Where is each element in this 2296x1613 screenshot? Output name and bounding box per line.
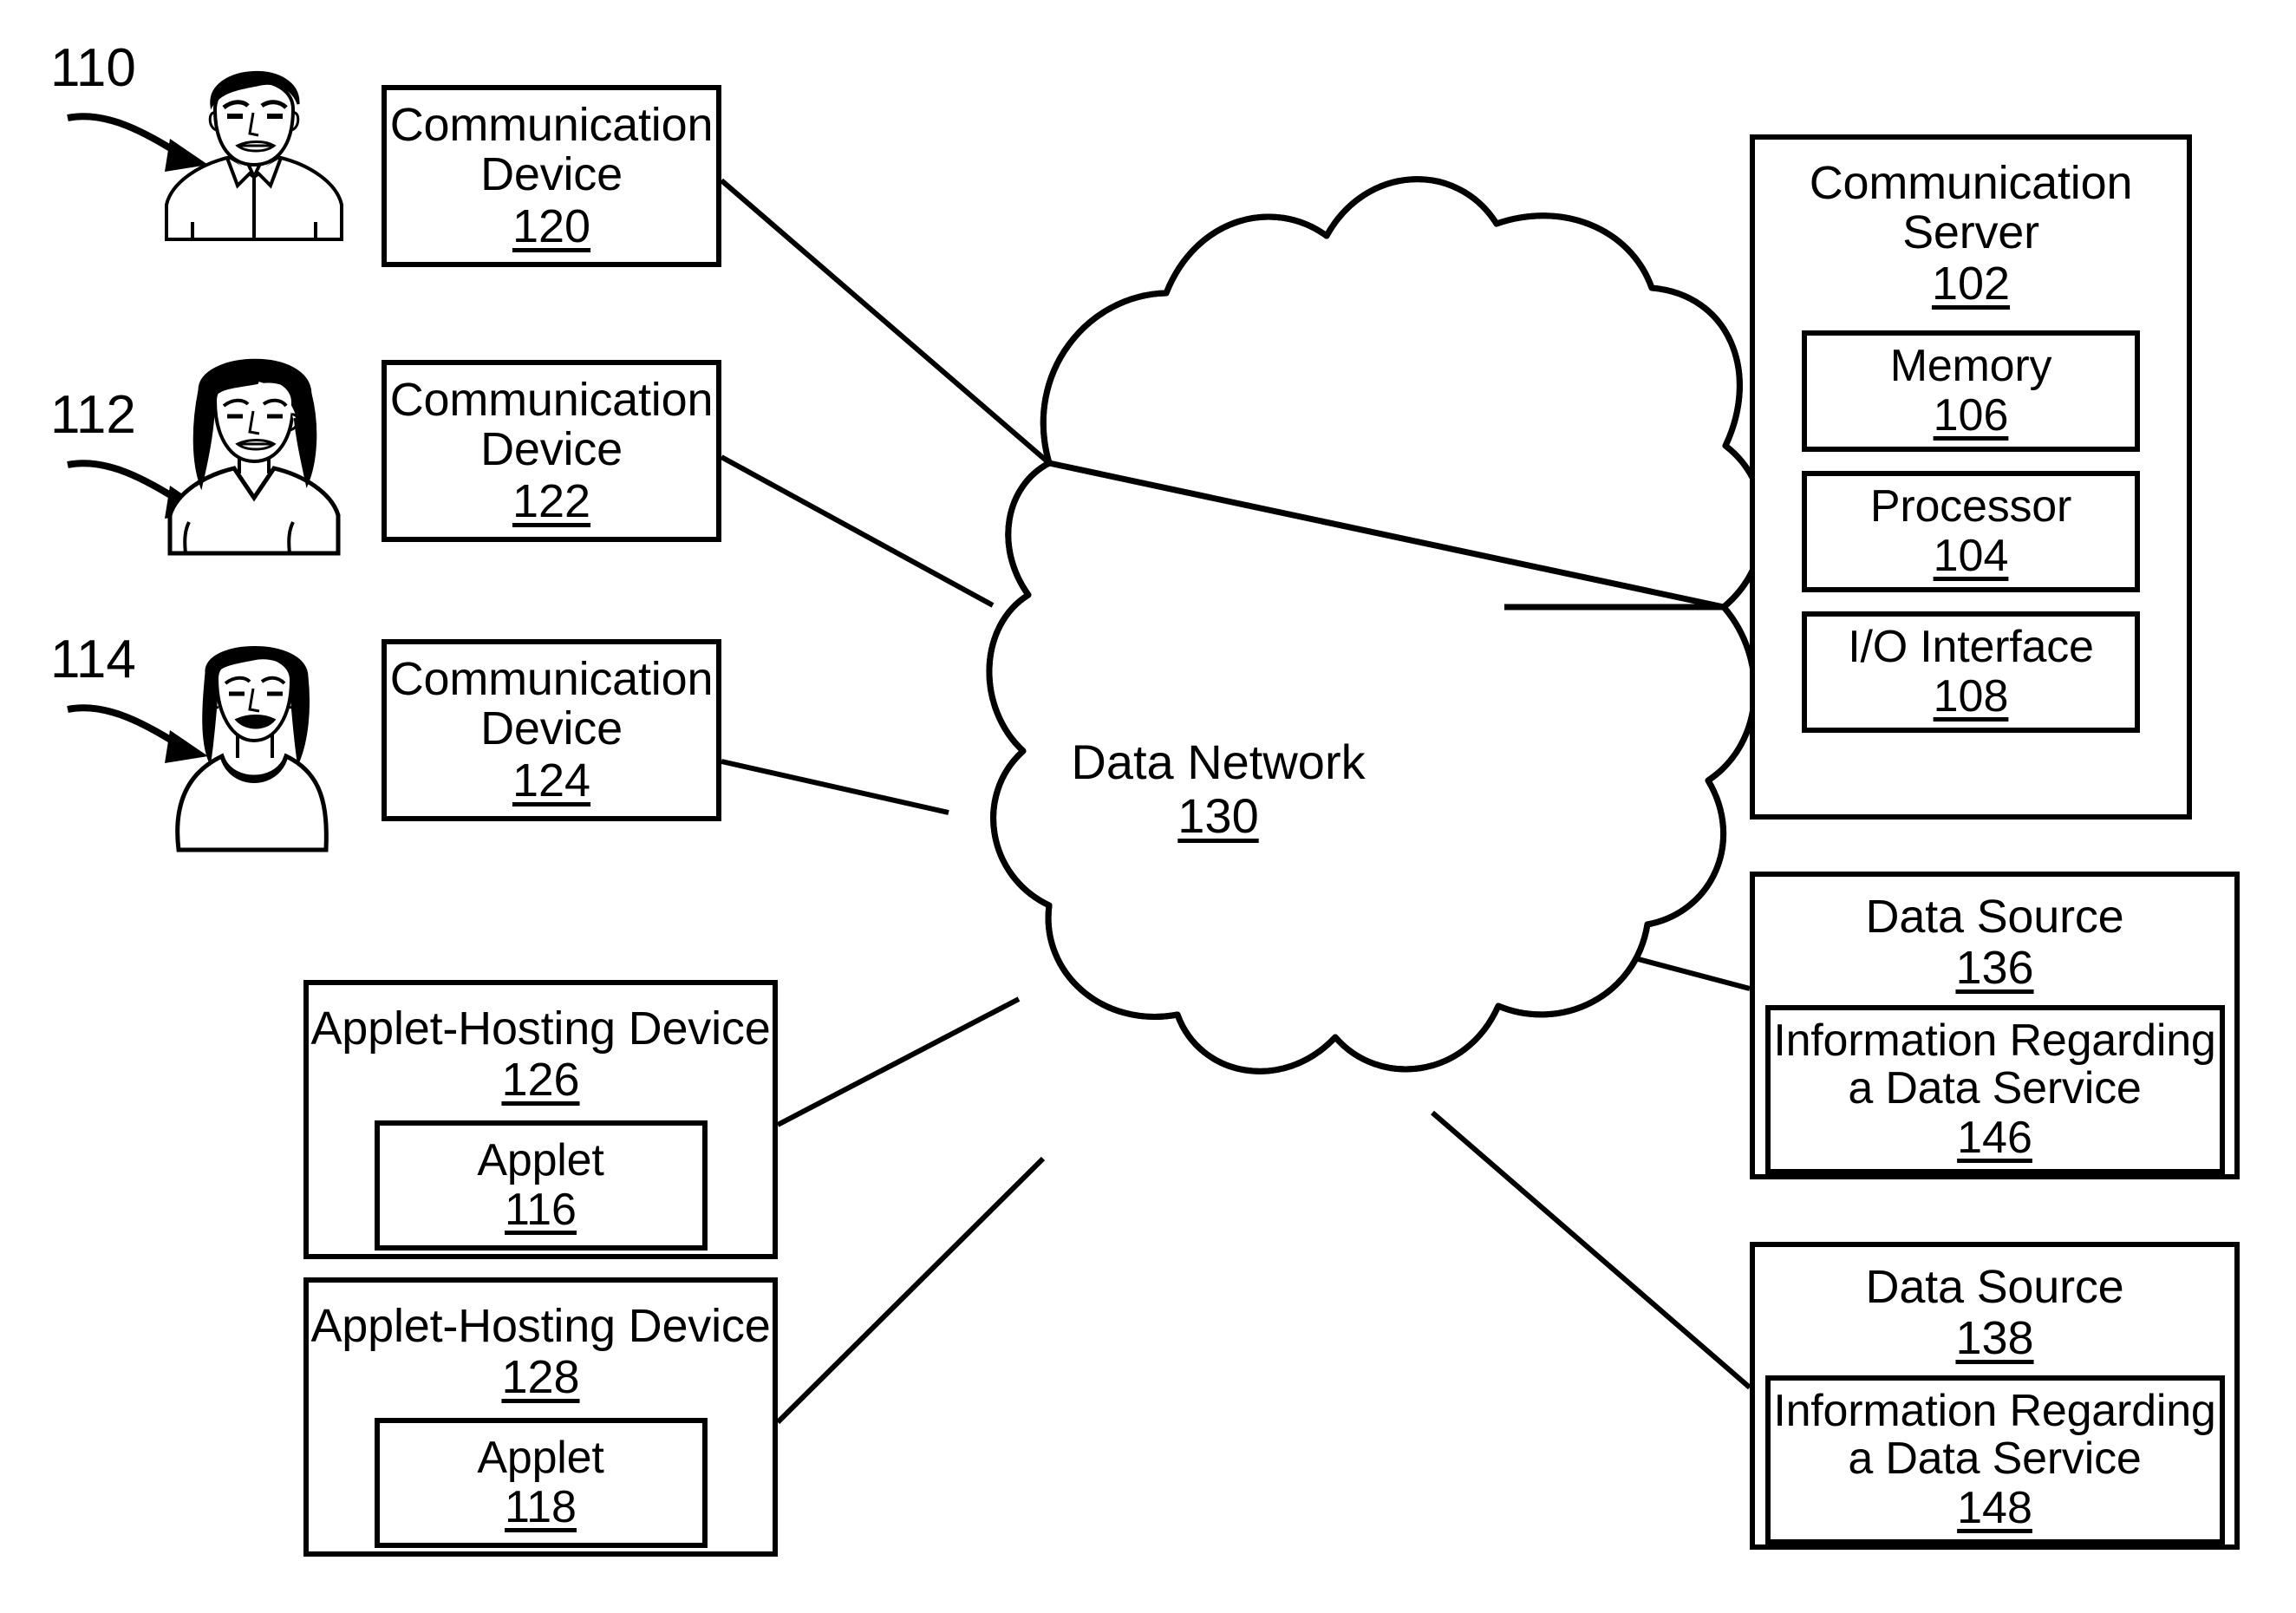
server-component-memory[interactable]: Memory 106: [1802, 330, 2140, 452]
info-ref: 146: [1957, 1113, 2032, 1164]
communication-server-102[interactable]: Communication Server 102 Memory 106 Proc…: [1750, 134, 2192, 820]
info-label: Information Regarding a Data Service: [1773, 1015, 2216, 1114]
communication-device-120[interactable]: Communication Device 120: [382, 85, 721, 267]
applet-hosting-device-126[interactable]: Applet-Hosting Device 126 Applet 116: [303, 980, 778, 1259]
applet-label: Applet: [477, 1135, 604, 1186]
data-source-138[interactable]: Data Source 138 Information Regarding a …: [1750, 1242, 2240, 1550]
applet-label: Applet: [477, 1433, 604, 1484]
info-label: Information Regarding a Data Service: [1773, 1386, 2216, 1485]
reference-numeral-114: 114: [50, 630, 136, 689]
applet-host-ref: 128: [501, 1351, 580, 1404]
female-long-hair-avatar-icon: [167, 358, 341, 556]
network-label: Data Network: [1071, 734, 1366, 789]
component-ref: 104: [1933, 530, 2009, 581]
data-service-info-148[interactable]: Information Regarding a Data Service 148: [1764, 1375, 2225, 1544]
data-service-info-146[interactable]: Information Regarding a Data Service 146: [1764, 1005, 2225, 1174]
network-ref: 130: [1177, 788, 1259, 843]
component-ref: 108: [1933, 670, 2009, 722]
reference-numeral-110: 110: [50, 38, 136, 98]
component-label: Processor: [1869, 480, 2072, 532]
data-source-ref: 136: [1955, 942, 2034, 995]
server-ref: 102: [1931, 258, 2011, 310]
applet-host-ref: 126: [501, 1054, 580, 1107]
data-source-136[interactable]: Data Source 136 Information Regarding a …: [1750, 872, 2240, 1179]
reference-numeral-112: 112: [50, 385, 136, 445]
male-avatar-icon: [165, 70, 343, 241]
server-label: Communication Server: [1809, 157, 2133, 259]
data-source-label: Data Source: [1865, 1261, 2124, 1313]
applet-ref: 116: [505, 1185, 577, 1236]
info-ref: 148: [1957, 1483, 2032, 1534]
component-label: I/O Interface: [1848, 621, 2094, 672]
data-network-label-group: Data Network 130: [902, 364, 1535, 1214]
female-ponytail-avatar-icon: [175, 646, 329, 852]
applet-host-label: Applet-Hosting Device: [310, 1300, 771, 1352]
applet-host-label: Applet-Hosting Device: [310, 1002, 771, 1055]
device-label: Communication Device: [389, 653, 714, 755]
applet-116[interactable]: Applet 116: [374, 1120, 708, 1251]
applet-118[interactable]: Applet 118: [374, 1418, 708, 1549]
component-ref: 106: [1933, 389, 2009, 441]
figure-canvas: 110 112 114 Communication Device 120 Com…: [0, 0, 2296, 1613]
device-label: Communication Device: [389, 374, 714, 476]
device-ref: 122: [512, 474, 591, 527]
device-ref: 120: [512, 199, 591, 252]
communication-device-122[interactable]: Communication Device 122: [382, 360, 721, 542]
server-component-io-interface[interactable]: I/O Interface 108: [1802, 611, 2140, 733]
device-ref: 124: [512, 754, 591, 806]
data-source-label: Data Source: [1865, 891, 2124, 943]
server-component-processor[interactable]: Processor 104: [1802, 470, 2140, 592]
component-label: Memory: [1889, 340, 2052, 391]
applet-hosting-device-128[interactable]: Applet-Hosting Device 128 Applet 118: [303, 1277, 778, 1557]
applet-ref: 118: [505, 1482, 577, 1533]
device-label: Communication Device: [389, 99, 714, 201]
data-source-ref: 138: [1955, 1312, 2034, 1365]
communication-device-124[interactable]: Communication Device 124: [382, 639, 721, 821]
data-network-cloud[interactable]: Data Network 130: [902, 364, 1535, 1214]
